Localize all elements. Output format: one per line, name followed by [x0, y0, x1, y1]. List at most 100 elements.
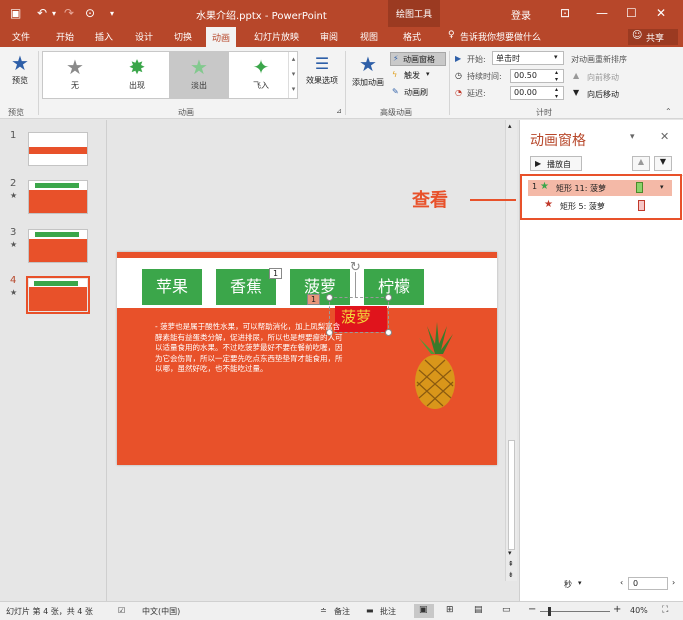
- slide-thumbnail-1[interactable]: [28, 132, 88, 166]
- tab-format[interactable]: 格式: [403, 30, 421, 43]
- minimize-icon[interactable]: —: [596, 6, 608, 20]
- save-icon[interactable]: ▣: [10, 6, 21, 20]
- effect-options-button[interactable]: ☰ 效果选项: [303, 53, 341, 99]
- normal-view-button[interactable]: ▣: [414, 604, 434, 618]
- animation-list-item-2[interactable]: ★ 矩形 5: 菠萝: [528, 198, 672, 214]
- tab-view[interactable]: 视图: [360, 30, 378, 43]
- resize-handle[interactable]: [326, 294, 333, 301]
- tab-animations[interactable]: 动画: [206, 27, 237, 47]
- slide-thumbnail-2[interactable]: [28, 180, 88, 214]
- gallery-item-fly-in[interactable]: ✦ 飞入: [231, 52, 291, 98]
- annotation-label: 查看: [412, 190, 448, 211]
- zoom-in-icon[interactable]: +: [613, 604, 621, 615]
- tab-home[interactable]: 开始: [56, 30, 74, 43]
- resize-handle[interactable]: [385, 329, 392, 336]
- duration-clock-icon: ◷: [455, 71, 462, 80]
- pineapple-description[interactable]: - 菠萝也是属于酸性水果，可以帮助消化，加上凤梨富含酵素能有益蛋类分解，促进排尿…: [155, 322, 347, 382]
- gallery-item-none[interactable]: ★ 无: [45, 52, 105, 98]
- vertical-scrollbar[interactable]: ▴ ▾ ⇞ ⇟: [505, 120, 517, 581]
- duration-input[interactable]: 00.50 ▴ ▾: [510, 69, 564, 83]
- start-slideshow-icon[interactable]: ⊙: [85, 6, 95, 20]
- slide-button-apple[interactable]: 苹果: [140, 267, 204, 307]
- pane-options-icon[interactable]: ▾: [630, 132, 635, 142]
- slide-sorter-icon[interactable]: ⊞: [446, 605, 454, 615]
- collapse-ribbon-icon[interactable]: ⌃: [665, 107, 672, 116]
- close-icon[interactable]: ✕: [656, 6, 666, 20]
- tab-slideshow[interactable]: 幻灯片放映: [254, 30, 299, 43]
- fade-star-icon: ★: [190, 55, 208, 79]
- zoom-out-icon[interactable]: −: [528, 604, 536, 615]
- timeline-bar: [636, 182, 643, 193]
- seconds-dropdown-icon[interactable]: ▾: [578, 579, 582, 587]
- scroll-up-icon[interactable]: ▴: [508, 122, 512, 130]
- move-up-button[interactable]: ▲: [632, 156, 650, 171]
- spellcheck-icon[interactable]: ☑: [118, 606, 125, 615]
- slide-thumbnail-4[interactable]: [26, 276, 90, 314]
- scroll-thumb[interactable]: [508, 440, 515, 550]
- scroll-down-icon[interactable]: ▾: [508, 549, 512, 557]
- undo-dropdown-icon[interactable]: ▾: [52, 9, 56, 18]
- slide-thumbnail-3[interactable]: [28, 229, 88, 263]
- ribbon-tabs: 文件 开始 插入 设计 切换 动画 幻灯片放映 审阅 视图 格式 ♀ 告诉我你想…: [0, 27, 683, 47]
- entrance-star-icon: ★: [540, 181, 549, 192]
- tab-design[interactable]: 设计: [135, 30, 153, 43]
- tab-file[interactable]: 文件: [12, 30, 30, 43]
- delay-label: 延迟:: [467, 89, 486, 98]
- animation-item-label: 矩形 11: 菠萝: [556, 184, 606, 193]
- tell-me-search[interactable]: 告诉我你想要做什么: [460, 30, 541, 43]
- language-indicator[interactable]: 中文(中国): [142, 606, 180, 617]
- slide[interactable]: 苹果 香蕉 菠萝 柠檬 1 1 菠萝 ↻ - 菠萝也是属于酸性水果，可以帮助消化…: [117, 252, 497, 465]
- maximize-icon[interactable]: ☐: [626, 6, 637, 20]
- login-link[interactable]: 登录: [511, 7, 531, 22]
- zoom-left-icon[interactable]: ‹: [620, 578, 623, 587]
- animation-pane-label: 动画窗格: [403, 55, 435, 64]
- next-slide-icon[interactable]: ⇟: [508, 571, 514, 579]
- resize-handle[interactable]: [385, 294, 392, 301]
- gallery-item-appear[interactable]: ✸ 出现: [107, 52, 167, 98]
- notes-button[interactable]: 备注: [334, 606, 350, 617]
- timeline-zoom-box[interactable]: 0: [628, 577, 668, 590]
- gallery-scroll[interactable]: ▴ ▾ ▾: [288, 52, 298, 98]
- previous-slide-icon[interactable]: ⇞: [508, 560, 514, 568]
- tab-insert[interactable]: 插入: [95, 30, 113, 43]
- group-divider: [449, 51, 450, 115]
- fit-to-window-icon[interactable]: ⛶: [662, 605, 668, 615]
- delay-spinner-icon[interactable]: ▴ ▾: [555, 86, 558, 100]
- reading-view-icon[interactable]: ▤: [474, 605, 483, 615]
- delay-input[interactable]: 00.00 ▴ ▾: [510, 86, 564, 100]
- animation-painter-button[interactable]: ✎ 动画刷: [390, 86, 446, 100]
- add-animation-button[interactable]: ★ 添加动画: [349, 51, 387, 97]
- move-down-button[interactable]: ▼: [654, 156, 672, 171]
- item-dropdown-icon[interactable]: ▾: [660, 183, 664, 191]
- gallery-item-label: 无: [71, 81, 79, 90]
- tab-transitions[interactable]: 切换: [174, 30, 192, 43]
- undo-icon[interactable]: ↶: [37, 6, 47, 20]
- trigger-button[interactable]: ϟ 触发 ▾: [390, 69, 446, 83]
- zoom-level[interactable]: 40%: [630, 606, 648, 615]
- duration-value: 00.50: [514, 71, 537, 80]
- move-later-button[interactable]: ▼ 向后移动: [571, 88, 641, 100]
- slideshow-view-icon[interactable]: ▭: [502, 605, 511, 615]
- tab-review[interactable]: 审阅: [320, 30, 338, 43]
- preview-button[interactable]: ★ 预览: [4, 51, 36, 97]
- trigger-dropdown-icon: ▾: [426, 70, 430, 78]
- quick-access-dropdown-icon[interactable]: ▾: [110, 9, 114, 18]
- ribbon-display-icon[interactable]: ⊡: [560, 6, 570, 20]
- window-title: 水果介绍.pptx - PowerPoint: [196, 11, 327, 22]
- move-earlier-button[interactable]: ▲ 向前移动: [571, 71, 641, 83]
- animation-dialog-launcher-icon[interactable]: ⊿: [336, 107, 342, 115]
- animation-pane-button[interactable]: ⚡ 动画窗格: [390, 52, 446, 66]
- zoom-slider-thumb[interactable]: [548, 607, 551, 616]
- animation-list-item-1[interactable]: 1 ★ 矩形 11: 菠萝 ▾: [528, 180, 672, 196]
- redo-icon[interactable]: ↷: [64, 6, 74, 20]
- play-from-button[interactable]: ▶ 播放自: [530, 156, 582, 171]
- comments-button[interactable]: 批注: [380, 606, 396, 617]
- duration-spinner-icon[interactable]: ▴ ▾: [555, 69, 558, 83]
- share-button[interactable]: ☺ 共享: [628, 29, 678, 45]
- group-divider: [345, 51, 346, 115]
- start-select[interactable]: 单击时 ▾: [492, 51, 564, 65]
- play-icon: ▶: [535, 159, 542, 168]
- zoom-right-icon[interactable]: ›: [672, 578, 675, 587]
- pane-close-icon[interactable]: ✕: [660, 130, 669, 143]
- gallery-item-fade[interactable]: ★ 淡出: [169, 52, 229, 98]
